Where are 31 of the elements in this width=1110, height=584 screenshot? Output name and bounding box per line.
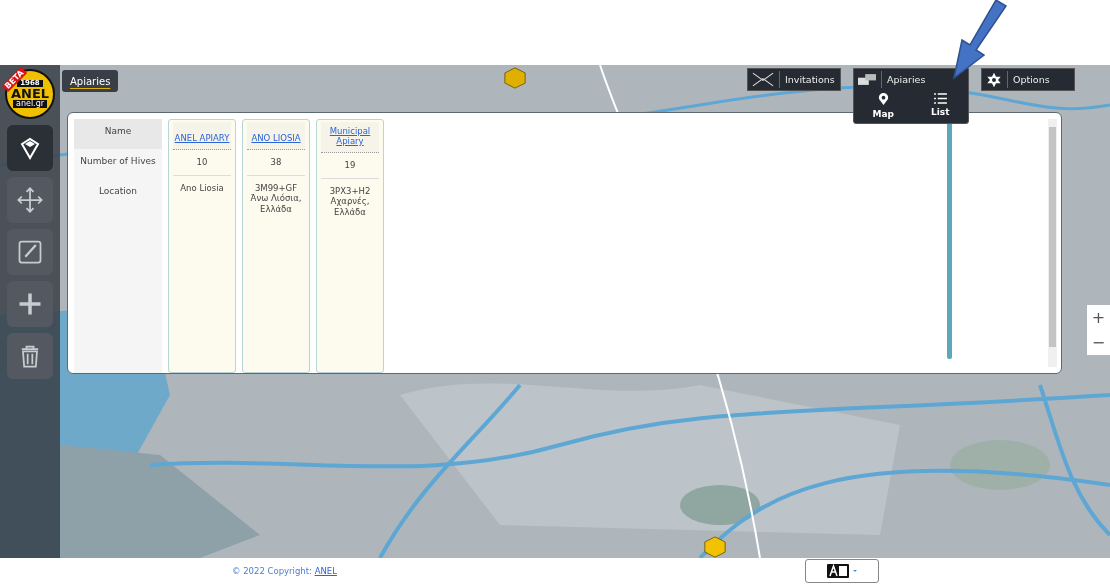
hives-icon bbox=[858, 73, 876, 86]
toolbar-button[interactable]: Invitations bbox=[747, 68, 841, 91]
toolbar-button[interactable]: Options bbox=[981, 68, 1075, 91]
arrow-icon bbox=[950, 0, 1010, 80]
edit-icon bbox=[16, 238, 44, 266]
menu-item[interactable]: List bbox=[927, 93, 954, 119]
menu-item[interactable]: Map bbox=[868, 93, 898, 119]
scrollbar[interactable] bbox=[1048, 119, 1057, 367]
translate-icon bbox=[827, 564, 857, 578]
move-icon bbox=[16, 186, 44, 214]
apiaries-tab[interactable]: Apiaries bbox=[62, 70, 119, 92]
location-text: 3M99+GF Άνω Λιόσια, Ελλάδα bbox=[249, 181, 303, 216]
row-label: Location bbox=[97, 185, 139, 198]
apiaries-dropdown[interactable]: Apiaries Map List bbox=[853, 68, 969, 124]
location-text: Ano Liosia bbox=[179, 181, 225, 195]
row-label: Number of Hives bbox=[79, 155, 157, 168]
hive-marker-icon[interactable] bbox=[504, 67, 526, 89]
language-button[interactable] bbox=[805, 559, 879, 583]
envelope-icon bbox=[752, 72, 774, 87]
pin-icon bbox=[877, 93, 889, 106]
settings-icon bbox=[986, 71, 1002, 88]
hives-count: 19 bbox=[321, 153, 379, 179]
list-icon bbox=[933, 93, 947, 104]
row-label: Name bbox=[74, 119, 162, 149]
copyright-link[interactable]: ANEL bbox=[314, 566, 337, 576]
pin-icon bbox=[18, 136, 42, 160]
hives-count: 38 bbox=[247, 150, 305, 176]
location-text: 3PX3+H2 Αχαρνές, Ελλάδα bbox=[328, 184, 372, 219]
tool-button[interactable] bbox=[7, 125, 53, 171]
copyright-text: © 2022 Copyright: ANEL bbox=[232, 566, 337, 576]
hives-count: 10 bbox=[173, 150, 231, 176]
